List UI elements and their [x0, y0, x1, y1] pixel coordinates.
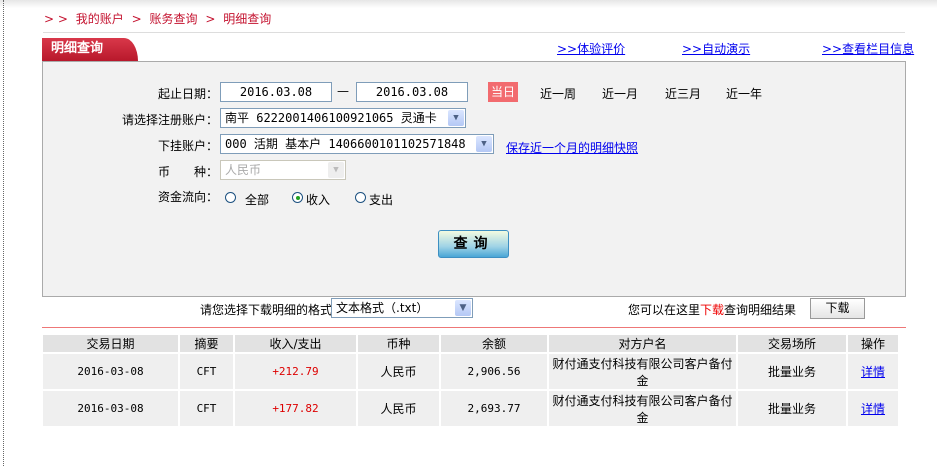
breadcrumb: > > 我的账户 > 账务查询 > 明细查询 — [44, 10, 275, 27]
radio-income[interactable] — [292, 192, 303, 203]
sub-account-value: 000 活期 基本户 1406600101102571848 — [225, 137, 466, 151]
today-button[interactable]: 当日 — [488, 82, 518, 102]
range-three-months[interactable]: 近三月 — [665, 85, 701, 102]
top-shade — [0, 0, 937, 8]
table-row: 2016-03-08 CFT +177.82 人民币 2,693.77 财付通支… — [43, 389, 900, 426]
download-button[interactable]: 下载 — [810, 298, 865, 319]
range-month[interactable]: 近一月 — [602, 85, 638, 102]
hint-text: 您可以在这里 — [628, 303, 701, 317]
frame-border — [3, 0, 4, 466]
cell-balance: 2,906.56 — [440, 352, 549, 390]
radio-expense-label: 支出 — [369, 193, 394, 207]
chevron-down-icon[interactable]: ▼ — [448, 110, 464, 126]
radio-all-label: 全部 — [245, 193, 270, 207]
cell-amount: +212.79 — [234, 352, 358, 390]
radio-all[interactable] — [225, 192, 236, 203]
divider — [42, 327, 906, 328]
details-link[interactable]: 详情 — [861, 365, 885, 379]
end-date-input[interactable]: 2016.03.08 — [356, 82, 468, 102]
header-amount: 收入/支出 — [234, 335, 358, 353]
table-row: 2016-03-08 CFT +212.79 人民币 2,906.56 财付通支… — [43, 352, 900, 390]
cell-amount: +177.82 — [234, 389, 358, 426]
format-label: 请您选择下载明细的格式 — [200, 303, 333, 317]
header-summary: 摘要 — [179, 335, 235, 353]
header-date: 交易日期 — [43, 335, 180, 353]
cell-currency: 人民币 — [357, 389, 441, 426]
cell-venue: 批量业务 — [737, 352, 848, 390]
table-header: 交易日期 摘要 收入/支出 币种 余额 对方户名 交易场所 操作 — [43, 335, 900, 353]
account-value: 南平 6222001406100921065 灵通卡 — [225, 111, 437, 125]
currency-value: 人民币 — [225, 163, 262, 177]
breadcrumb-sep: > > — [44, 12, 68, 26]
breadcrumb-sep: > — [131, 12, 142, 26]
cell-counterparty: 财付通支付科技有限公司客户备付金 — [548, 389, 738, 426]
breadcrumb-my-account[interactable]: 我的账户 — [76, 12, 124, 26]
cell-currency: 人民币 — [357, 352, 441, 390]
breadcrumb-sep: > — [205, 12, 216, 26]
cell-venue: 批量业务 — [737, 389, 848, 426]
divider — [43, 32, 905, 33]
sub-account-label: 下挂账户： — [157, 139, 218, 153]
download-hint: 您可以在这里下载查询明细结果 — [628, 301, 796, 318]
account-select[interactable]: 南平 6222001406100921065 灵通卡 ▼ — [220, 108, 466, 128]
hint-text: 查询明细结果 — [724, 303, 797, 317]
range-year[interactable]: 近一年 — [726, 85, 762, 102]
header-currency: 币种 — [357, 335, 441, 353]
chevron-down-icon[interactable]: ▼ — [455, 300, 471, 316]
header-venue: 交易场所 — [737, 335, 848, 353]
breadcrumb-account-query[interactable]: 账务查询 — [150, 12, 198, 26]
chevron-down-icon[interactable]: ▼ — [476, 136, 492, 152]
radio-income-label: 收入 — [306, 193, 331, 207]
feedback-link[interactable]: >>体验评价 — [557, 40, 625, 57]
header-action: 操作 — [847, 335, 900, 353]
cell-summary: CFT — [179, 389, 235, 426]
currency-label: 币 种： — [157, 165, 218, 179]
date-label: 起止日期： — [157, 87, 218, 101]
flow-label: 资金流向： — [157, 190, 218, 204]
save-snapshot-link[interactable]: 保存近一个月的明细快照 — [506, 139, 638, 156]
header-counterparty: 对方户名 — [548, 335, 738, 353]
cell-counterparty: 财付通支付科技有限公司客户备付金 — [548, 352, 738, 390]
format-value: 文本格式（.txt） — [336, 301, 429, 315]
cell-balance: 2,693.77 — [440, 389, 549, 426]
sub-account-select[interactable]: 000 活期 基本户 1406600101102571848 ▼ — [220, 134, 494, 154]
account-label: 请选择注册账户： — [121, 113, 218, 127]
cell-date: 2016-03-08 — [43, 352, 180, 390]
header-balance: 余额 — [440, 335, 549, 353]
auto-demo-link[interactable]: >>自动演示 — [682, 40, 750, 57]
range-week[interactable]: 近一周 — [540, 85, 576, 102]
start-date-input[interactable]: 2016.03.08 — [220, 82, 332, 102]
radio-expense[interactable] — [355, 192, 366, 203]
breadcrumb-detail-query: 明细查询 — [223, 12, 272, 26]
cell-date: 2016-03-08 — [43, 389, 180, 426]
chevron-down-icon: ▼ — [328, 162, 344, 178]
query-button[interactable]: 查询 — [438, 230, 509, 258]
details-link[interactable]: 详情 — [861, 402, 885, 416]
format-select[interactable]: 文本格式（.txt） ▼ — [331, 298, 473, 318]
cell-summary: CFT — [179, 352, 235, 390]
tab-detail-query[interactable]: 明细查询 — [42, 38, 138, 61]
column-info-link[interactable]: >>查看栏目信息 — [822, 40, 914, 57]
transactions-table: 交易日期 摘要 收入/支出 币种 余额 对方户名 交易场所 操作 2016-03… — [43, 335, 900, 426]
hint-highlight: 下载 — [700, 303, 725, 317]
currency-select: 人民币 ▼ — [220, 160, 346, 180]
date-dash: — — [337, 84, 349, 98]
